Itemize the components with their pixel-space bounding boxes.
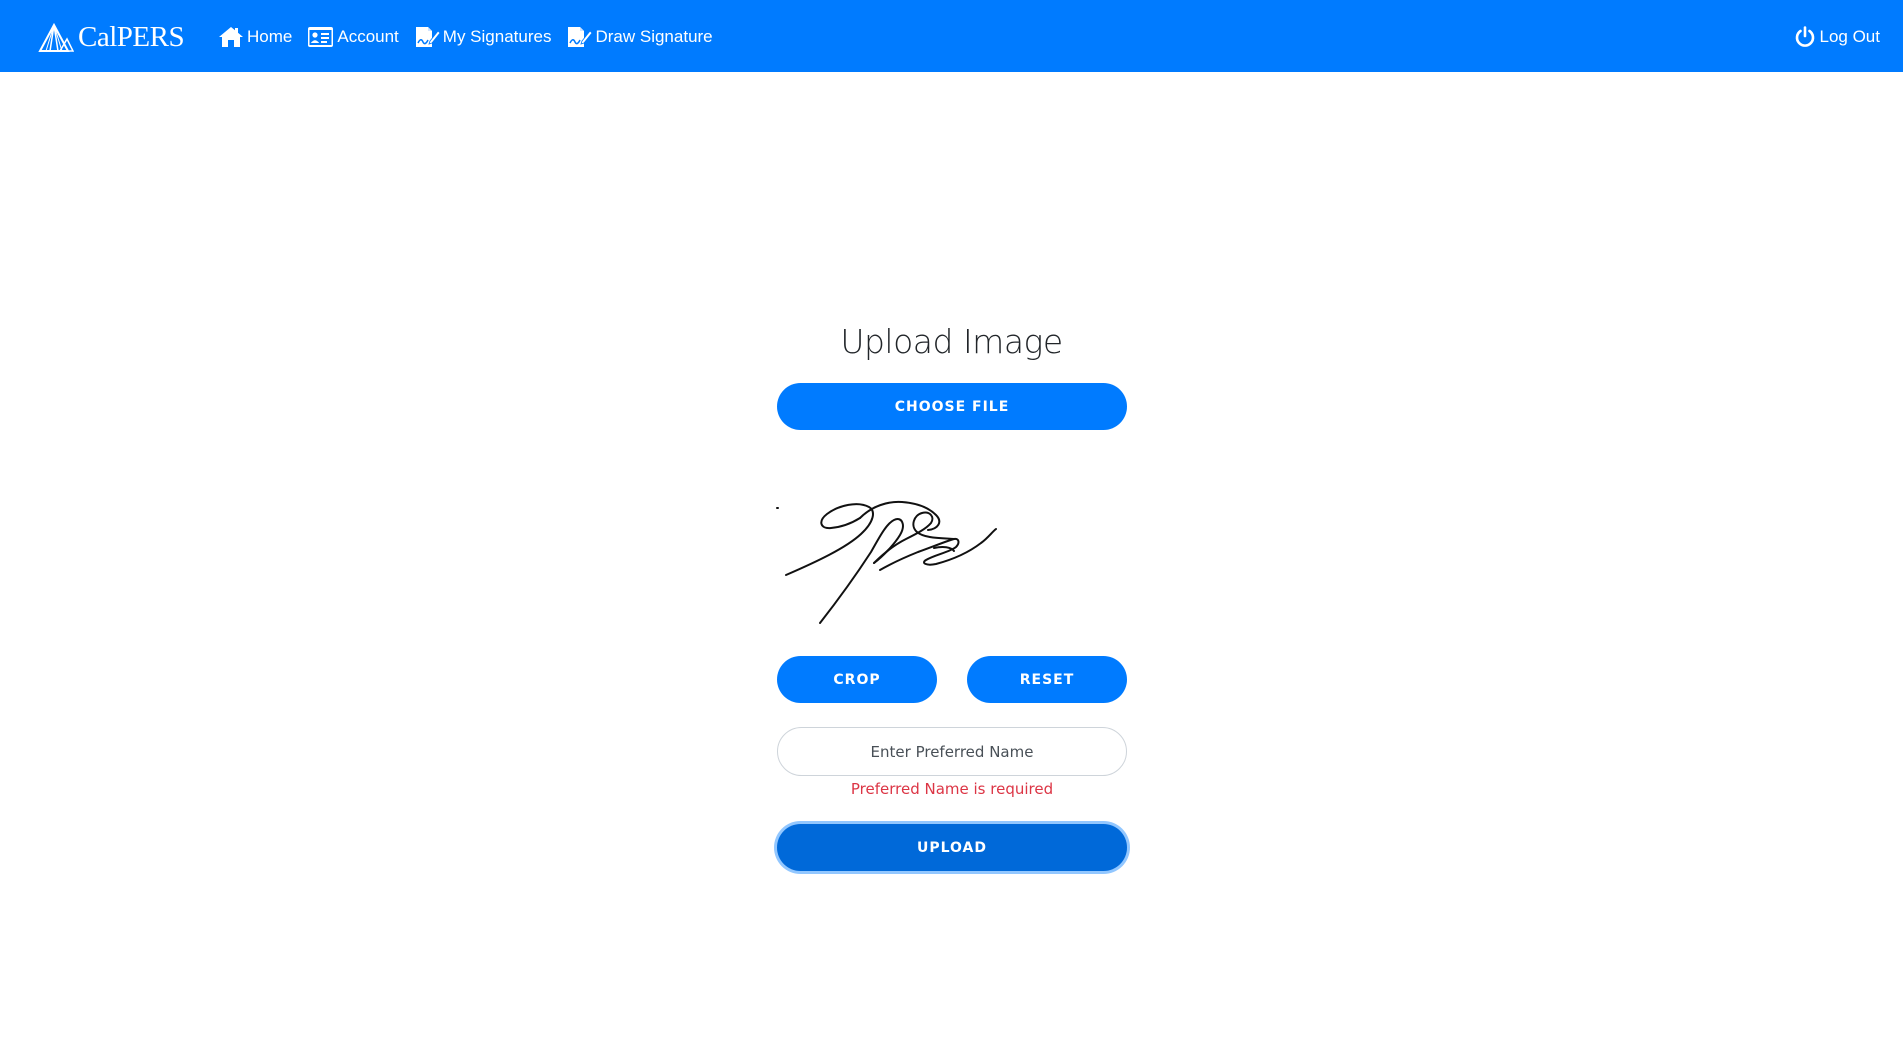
- power-icon: [1794, 26, 1816, 48]
- reset-button[interactable]: RESET: [967, 656, 1127, 703]
- nav-item-account[interactable]: Account: [307, 26, 399, 48]
- nav-item-label: Account: [337, 27, 399, 46]
- choose-file-button[interactable]: CHOOSE FILE: [777, 383, 1127, 430]
- signature-preview-image: [776, 500, 997, 624]
- draw-signature-icon: [566, 25, 593, 49]
- nav-item-draw-signature[interactable]: Draw Signature: [566, 25, 713, 49]
- preferred-name-input[interactable]: [777, 727, 1127, 776]
- crop-button[interactable]: CROP: [777, 656, 937, 703]
- brand-name: CalPERS: [78, 20, 185, 53]
- nav-item-home[interactable]: Home: [218, 26, 292, 48]
- logout-button[interactable]: Log Out: [1794, 22, 1881, 52]
- calpers-logo-icon: [38, 22, 74, 52]
- page-title: Upload Image: [840, 322, 1063, 361]
- brand-logo-link[interactable]: CalPERS: [38, 17, 185, 57]
- logout-label: Log Out: [1819, 27, 1881, 46]
- preferred-name-error: Preferred Name is required: [850, 780, 1054, 798]
- nav-item-label: Home: [247, 27, 293, 46]
- top-navbar: CalPERS Home Account My Signatures Draw …: [0, 0, 1903, 72]
- id-card-icon: [307, 26, 334, 48]
- nav-item-my-signatures[interactable]: My Signatures: [414, 25, 552, 49]
- upload-button[interactable]: UPLOAD: [777, 824, 1127, 871]
- nav-item-label: Draw Signature: [595, 27, 713, 46]
- upload-image-page: Upload Image CHOOSE FILE CROP RESET Pref…: [0, 72, 1903, 1040]
- home-icon: [218, 26, 244, 48]
- signature-doc-icon: [414, 25, 440, 49]
- main-nav: Home Account My Signatures Draw Signatur…: [218, 22, 728, 52]
- nav-item-label: My Signatures: [442, 27, 552, 46]
